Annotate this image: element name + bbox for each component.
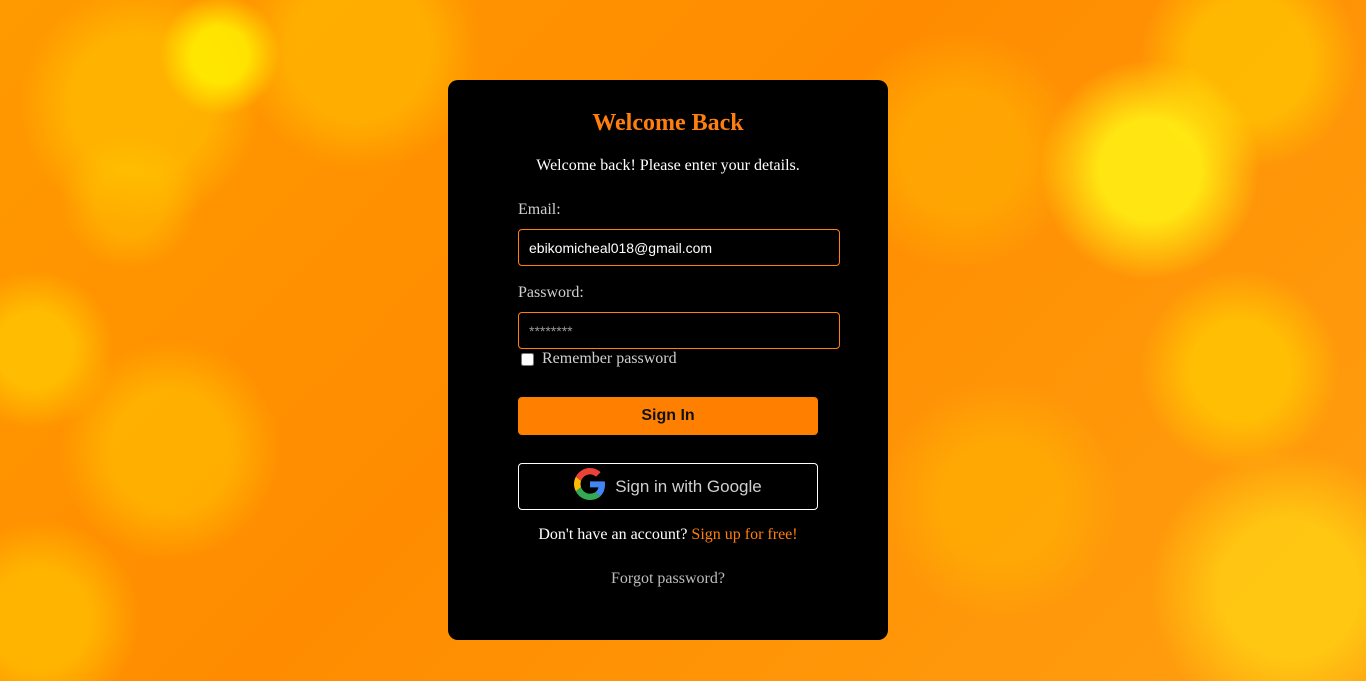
email-label: Email: <box>518 201 561 218</box>
remember-password-label: Remember password <box>542 350 677 367</box>
password-field[interactable] <box>518 312 840 349</box>
page-subtitle: Welcome back! Please enter your details. <box>536 157 800 174</box>
google-sign-in-button[interactable]: Sign in with Google <box>518 463 818 510</box>
email-field[interactable] <box>518 229 840 266</box>
login-card: Welcome Back Welcome back! Please enter … <box>448 80 888 640</box>
signup-row: Don't have an account? Sign up for free! <box>448 526 888 544</box>
signup-prompt: Don't have an account? <box>538 526 688 543</box>
sign-in-button[interactable]: Sign In <box>518 397 818 435</box>
signup-link[interactable]: Sign up for free! <box>691 526 797 543</box>
google-g-icon <box>574 468 606 505</box>
page-title: Welcome Back <box>592 110 744 136</box>
google-sign-in-label: Sign in with Google <box>615 476 762 496</box>
remember-password-checkbox[interactable] <box>521 352 534 366</box>
forgot-password-link[interactable]: Forgot password? <box>448 570 888 588</box>
password-label: Password: <box>518 284 584 301</box>
remember-password-row[interactable]: Remember password <box>521 350 677 368</box>
